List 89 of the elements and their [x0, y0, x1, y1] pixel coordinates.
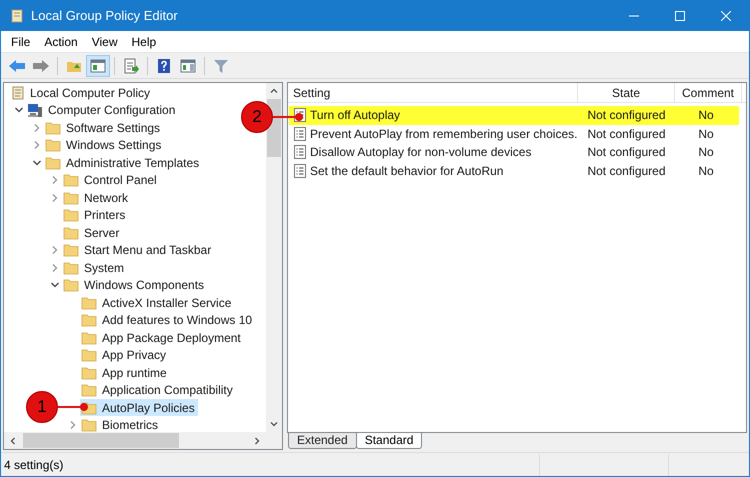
tree-item[interactable]: Network — [62, 189, 132, 206]
tree-item[interactable]: Windows Components — [62, 276, 208, 294]
tree-item[interactable]: AutoPlay Policies — [80, 399, 198, 416]
scroll-down-icon — [269, 419, 279, 429]
folder-icon — [81, 313, 97, 328]
close-icon — [721, 11, 731, 21]
action-pane-icon — [180, 58, 196, 72]
folder-icon — [63, 260, 79, 275]
folder-icon — [63, 243, 79, 258]
export-list-icon — [123, 58, 139, 74]
column-header[interactable]: Comment — [675, 83, 742, 102]
folder-icon — [81, 330, 97, 345]
scrollbar-thumb[interactable] — [23, 433, 179, 448]
column-header[interactable]: State — [578, 83, 675, 102]
folder-icon — [45, 156, 61, 170]
folder-icon — [81, 366, 97, 380]
tree-item[interactable]: Start Menu and Taskbar — [62, 242, 214, 259]
folder-icon — [63, 208, 79, 222]
collapsed-chevron-icon[interactable] — [50, 175, 60, 186]
scroll-icon — [10, 8, 24, 24]
menu-item[interactable]: View — [86, 32, 124, 50]
tree-item[interactable]: System — [62, 259, 128, 276]
setting-name: Turn off Autoplay — [310, 107, 400, 124]
tree-item[interactable]: Computer Configuration — [26, 102, 178, 119]
collapsed-chevron-icon[interactable] — [50, 245, 60, 256]
tree-item[interactable]: Printers — [62, 206, 128, 224]
policy-setting-icon — [294, 164, 306, 178]
expanded-chevron-icon[interactable] — [32, 158, 42, 168]
tree-item[interactable]: ActiveX Installer Service — [80, 294, 234, 312]
folder-icon — [81, 296, 97, 310]
computer-icon — [27, 102, 43, 118]
tree-item[interactable]: Administrative Templates — [44, 154, 202, 172]
back-arrow-icon — [8, 58, 26, 72]
collapsed-chevron-icon[interactable] — [50, 192, 60, 203]
horizontal-scrollbar[interactable] — [4, 432, 282, 449]
scroll-right-icon — [252, 436, 262, 446]
folder-icon — [63, 278, 79, 292]
setting-name: Prevent AutoPlay from remembering user choices. — [310, 126, 578, 143]
menu-item[interactable]: Help — [126, 32, 162, 50]
policy-setting-icon — [294, 126, 306, 141]
toolbar-button[interactable] — [86, 54, 110, 76]
collapsed-chevron-icon[interactable] — [32, 122, 42, 133]
tree-pane-icon — [90, 58, 106, 72]
tree-item[interactable]: Local Computer Policy — [10, 84, 154, 102]
tree-item[interactable]: App Package Deployment — [80, 329, 244, 346]
setting-state: Not configured — [586, 107, 667, 124]
folder-icon — [63, 190, 79, 205]
folder-icon — [45, 120, 61, 135]
tree-item[interactable]: Windows Settings — [44, 136, 164, 154]
view-tab[interactable]: Standard — [356, 433, 422, 449]
vertical-scrollbar[interactable] — [266, 83, 282, 432]
scroll-icon — [11, 84, 25, 101]
view-tab[interactable]: Extended — [288, 433, 357, 449]
folder-icon — [81, 348, 97, 362]
forward-arrow-icon — [32, 58, 50, 72]
policy-setting-icon — [294, 145, 306, 160]
setting-row[interactable]: Turn off Autoplay Not configured No — [289, 106, 739, 124]
setting-comment: No — [697, 126, 715, 143]
tree-item[interactable]: Server — [62, 224, 122, 242]
status-text: 4 setting(s) — [3, 456, 64, 474]
setting-comment: No — [697, 144, 715, 162]
tree-item[interactable]: Add features to Windows 10 — [80, 312, 256, 329]
window-title: Local Group Policy Editor — [31, 7, 178, 26]
menu-item[interactable]: Action — [38, 32, 84, 50]
setting-comment: No — [697, 162, 715, 180]
collapsed-chevron-icon[interactable] — [50, 262, 60, 273]
collapsed-chevron-icon[interactable] — [32, 140, 42, 150]
folder-icon — [63, 226, 79, 240]
setting-name: Set the default behavior for AutoRun — [310, 162, 504, 180]
setting-row[interactable]: Disallow Autoplay for non-volume devices Not configured No — [289, 143, 739, 162]
setting-state: Not configured — [586, 126, 667, 143]
menu-item[interactable]: File — [5, 32, 36, 50]
maximize-icon — [675, 11, 685, 21]
scroll-left-icon — [8, 436, 18, 446]
setting-state: Not configured — [586, 162, 667, 180]
folder-icon — [63, 173, 79, 188]
setting-comment: No — [697, 107, 715, 124]
column-header[interactable]: Setting — [288, 83, 578, 102]
help-icon — [157, 58, 171, 74]
tree-item[interactable]: Software Settings — [44, 119, 164, 136]
tree-item[interactable]: Control Panel — [62, 172, 160, 189]
folder-icon — [45, 138, 61, 152]
collapsed-chevron-icon[interactable] — [68, 420, 78, 430]
setting-row[interactable]: Set the default behavior for AutoRun Not configured No — [289, 162, 739, 180]
tree-item[interactable]: App Privacy — [80, 346, 170, 364]
tree-item[interactable]: App runtime — [80, 364, 170, 382]
filter-icon — [213, 58, 229, 74]
setting-state: Not configured — [586, 144, 667, 162]
setting-name: Disallow Autoplay for non-volume devices — [310, 144, 532, 162]
